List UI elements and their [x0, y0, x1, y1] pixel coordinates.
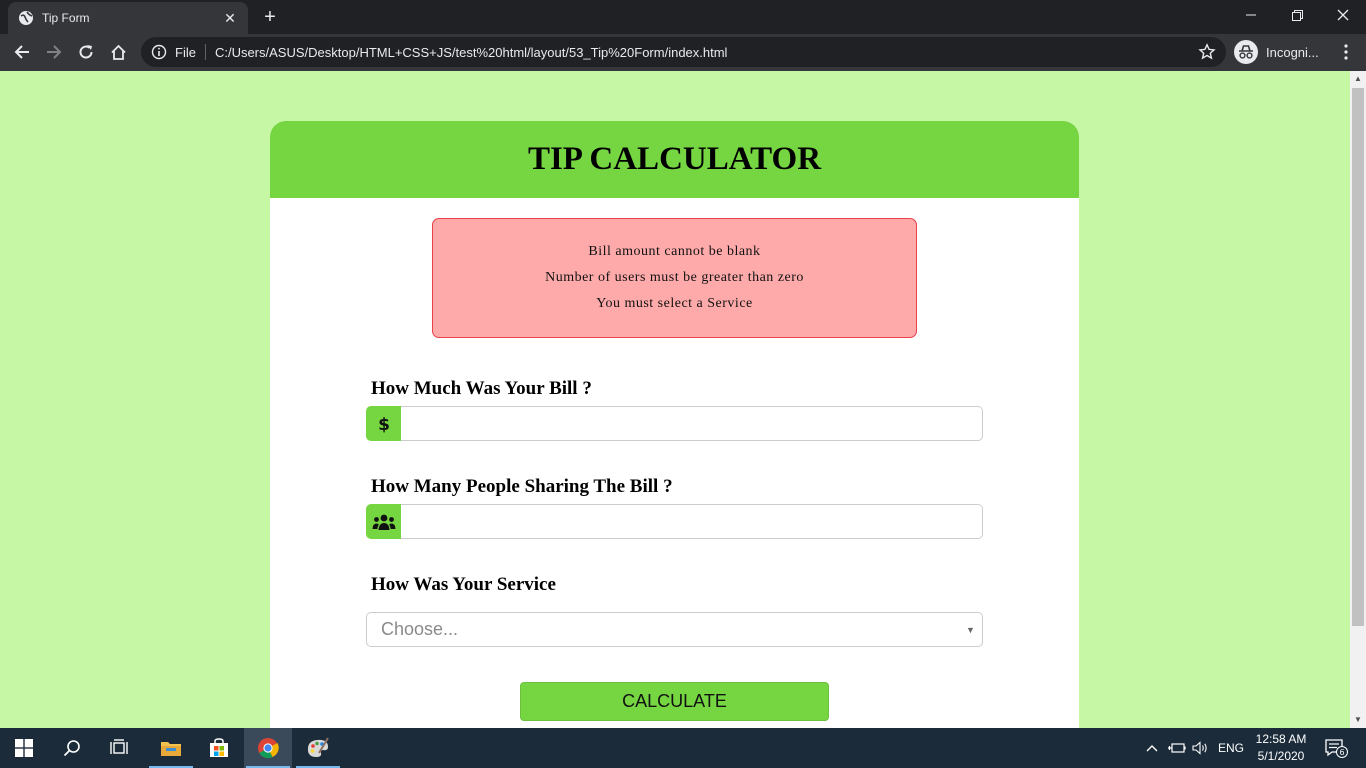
- chrome-icon: [258, 738, 279, 759]
- search-button[interactable]: [48, 728, 96, 768]
- store-bag-icon: [210, 738, 228, 757]
- back-button[interactable]: [8, 38, 36, 66]
- card-header: TIP CALCULATOR: [270, 121, 1079, 198]
- scrollbar-thumb[interactable]: [1352, 88, 1364, 626]
- tip-calculator-card: TIP CALCULATOR Bill amount cannot be bla…: [270, 121, 1079, 728]
- address-bar[interactable]: File C:/Users/ASUS/Desktop/HTML+CSS+JS/t…: [141, 37, 1226, 67]
- error-message: Bill amount cannot be blank: [588, 244, 761, 259]
- volume-button[interactable]: [1190, 728, 1212, 768]
- profile-label: Incogni...: [1266, 44, 1319, 60]
- svg-text:$: $: [378, 415, 390, 434]
- url-scheme-label: File: [175, 44, 196, 60]
- service-select[interactable]: Choose... ▼: [366, 612, 983, 647]
- back-arrow-icon: [14, 45, 29, 59]
- battery-plug-icon: [1168, 743, 1186, 753]
- globe-icon: [18, 10, 34, 26]
- clock-time: 12:58 AM: [1255, 732, 1307, 746]
- page-title: TIP CALCULATOR: [527, 141, 822, 177]
- notification-icon: 6: [1325, 739, 1348, 758]
- paint-palette-icon: [307, 737, 329, 757]
- chrome-button[interactable]: [244, 728, 292, 768]
- bill-amount-input[interactable]: [401, 406, 983, 441]
- start-button[interactable]: [0, 728, 48, 768]
- reload-icon: [79, 45, 93, 59]
- windows-taskbar: ENG 12:58 AM 5/1/2020 6: [0, 728, 1366, 768]
- action-center-button[interactable]: 6: [1318, 728, 1354, 768]
- search-icon: [63, 740, 80, 757]
- notification-count: 6: [1339, 748, 1344, 757]
- paint-app-button[interactable]: [294, 728, 342, 768]
- chevron-up-icon: [1146, 745, 1158, 752]
- speaker-icon: [1192, 741, 1207, 755]
- scroll-down-arrow-icon[interactable]: ▼: [1350, 712, 1366, 728]
- folder-icon: [161, 742, 181, 756]
- browser-menu-button[interactable]: [1334, 38, 1358, 66]
- error-message: Number of users must be greater than zer…: [545, 270, 804, 285]
- bill-label: How Much Was Your Bill ?: [371, 378, 592, 399]
- forward-button[interactable]: [40, 38, 68, 66]
- vertical-dots-icon: [1344, 44, 1348, 60]
- task-view-icon: [110, 739, 128, 754]
- minimize-button[interactable]: [1228, 0, 1274, 30]
- page-viewport: TIP CALCULATOR Bill amount cannot be bla…: [0, 71, 1350, 728]
- people-input-group: [366, 504, 983, 539]
- chevron-down-icon: ▼: [966, 624, 975, 635]
- calculate-button[interactable]: CALCULATE: [520, 682, 829, 721]
- url-text[interactable]: C:/Users/ASUS/Desktop/HTML+CSS+JS/test%2…: [215, 45, 728, 60]
- reload-button[interactable]: [72, 38, 100, 66]
- close-window-button[interactable]: [1320, 0, 1366, 30]
- home-button[interactable]: [104, 38, 132, 66]
- forward-arrow-icon: [47, 45, 62, 59]
- incognito-profile-button[interactable]: Incogni...: [1234, 38, 1319, 66]
- battery-status[interactable]: [1166, 728, 1188, 768]
- tab-tip-form[interactable]: Tip Form ✕: [8, 2, 248, 34]
- windows-logo-icon: [15, 739, 33, 757]
- new-tab-button[interactable]: +: [258, 5, 282, 29]
- service-select-value: Choose...: [381, 619, 459, 639]
- show-hidden-icons-button[interactable]: [1143, 728, 1161, 768]
- users-icon: [366, 504, 401, 539]
- incognito-icon: [1234, 40, 1258, 64]
- error-alert: Bill amount cannot be blank Number of us…: [432, 218, 917, 338]
- language-indicator[interactable]: ENG: [1214, 728, 1248, 768]
- page-scrollbar[interactable]: ▲ ▼: [1350, 71, 1366, 728]
- tab-close-icon[interactable]: ✕: [222, 10, 238, 27]
- file-explorer-button[interactable]: [147, 728, 195, 768]
- tab-strip: Tip Form ✕ +: [0, 0, 1366, 34]
- bill-input-group: $: [366, 406, 983, 441]
- clock-date: 5/1/2020: [1257, 749, 1305, 763]
- scroll-up-arrow-icon[interactable]: ▲: [1350, 71, 1366, 87]
- people-label: How Many People Sharing The Bill ?: [371, 476, 673, 497]
- people-count-input[interactable]: [401, 504, 983, 539]
- system-clock[interactable]: 12:58 AM 5/1/2020: [1244, 731, 1318, 765]
- home-icon: [110, 44, 126, 60]
- restore-button[interactable]: [1274, 0, 1320, 30]
- info-icon[interactable]: [151, 44, 167, 60]
- omnibox-divider: [204, 44, 206, 60]
- dollar-icon: $: [366, 406, 401, 441]
- bookmark-star-icon[interactable]: [1198, 43, 1216, 61]
- language-label: ENG: [1217, 741, 1244, 755]
- task-view-button[interactable]: [96, 728, 144, 768]
- error-message: You must select a Service: [596, 296, 753, 311]
- tab-title: Tip Form: [42, 11, 90, 25]
- browser-toolbar: File C:/Users/ASUS/Desktop/HTML+CSS+JS/t…: [0, 34, 1366, 71]
- store-button[interactable]: [195, 728, 243, 768]
- service-label: How Was Your Service: [371, 574, 556, 595]
